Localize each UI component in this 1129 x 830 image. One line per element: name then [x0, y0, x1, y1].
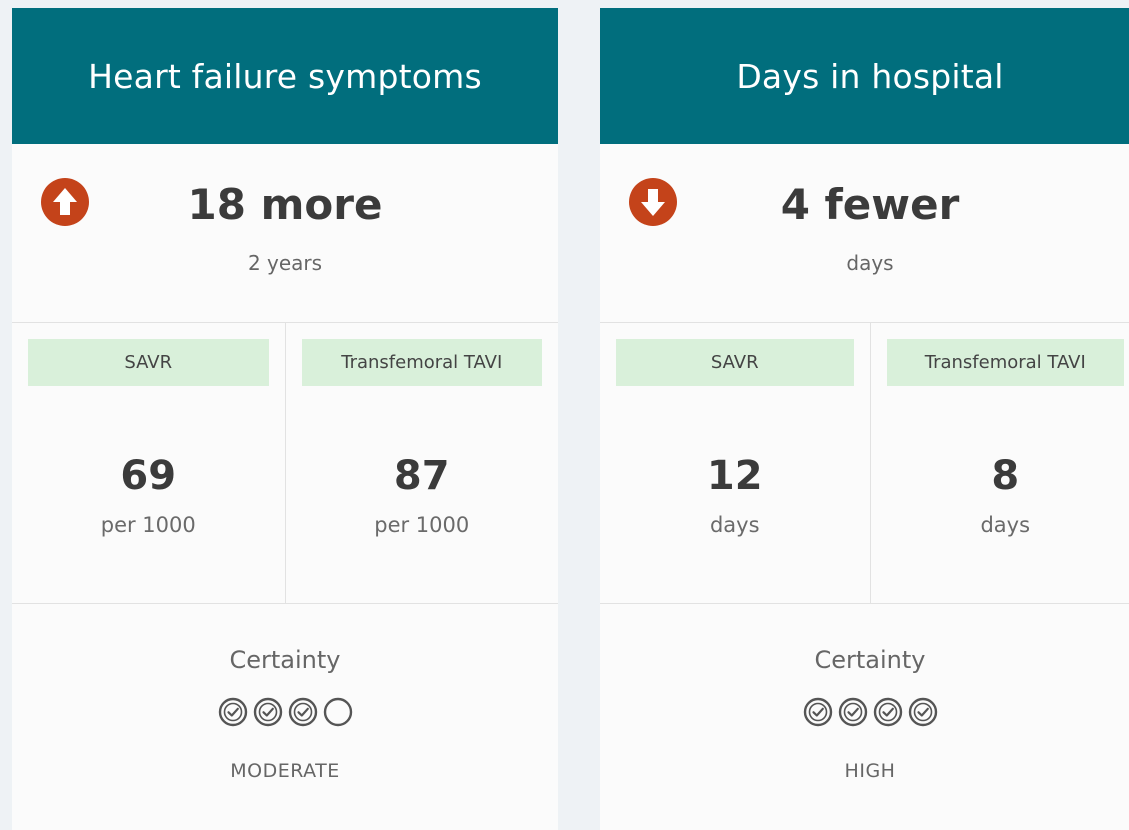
outcome-card-heart-failure: Heart failure symptoms 18 more 2 years S…	[12, 8, 558, 830]
comparison-unit: per 1000	[286, 513, 559, 537]
summary-value: 4 fewer	[600, 180, 1129, 229]
certainty-label: Certainty	[600, 646, 1129, 674]
certainty-section: Certainty HIGH	[600, 604, 1129, 829]
comparison-unit: days	[871, 513, 1129, 537]
card-title: Days in hospital	[736, 57, 1003, 96]
comparison-section: SAVR 12 days Transfemoral TAVI 8 days	[600, 323, 1129, 604]
card-header: Days in hospital	[600, 8, 1129, 144]
certainty-check-icon	[837, 696, 869, 728]
summary-section: 18 more 2 years	[12, 144, 558, 323]
comparison-unit: per 1000	[12, 513, 285, 537]
certainty-check-icon	[217, 696, 249, 728]
treatment-tag: SAVR	[616, 339, 854, 386]
certainty-section: Certainty MODERATE	[12, 604, 558, 829]
comparison-unit: days	[600, 513, 870, 537]
certainty-rating	[12, 696, 558, 728]
certainty-rating	[600, 696, 1129, 728]
certainty-check-icon	[252, 696, 284, 728]
outcome-card-days-in-hospital: Days in hospital 4 fewer days SAVR 12 da…	[600, 8, 1129, 830]
comparison-value: 8	[871, 453, 1129, 499]
treatment-tag: SAVR	[28, 339, 269, 386]
certainty-level: MODERATE	[12, 760, 558, 782]
treatment-tag: Transfemoral TAVI	[887, 339, 1125, 386]
card-title: Heart failure symptoms	[88, 57, 482, 96]
summary-subtitle: days	[600, 251, 1129, 275]
certainty-level: HIGH	[600, 760, 1129, 782]
summary-subtitle: 2 years	[12, 251, 558, 275]
card-header: Heart failure symptoms	[12, 8, 558, 144]
comparison-column-savr: SAVR 69 per 1000	[12, 323, 285, 603]
treatment-tag: Transfemoral TAVI	[302, 339, 543, 386]
comparison-value: 12	[600, 453, 870, 499]
comparison-column-tavi: Transfemoral TAVI 87 per 1000	[285, 323, 559, 603]
certainty-check-icon	[802, 696, 834, 728]
summary-value: 18 more	[12, 180, 558, 229]
comparison-column-savr: SAVR 12 days	[600, 323, 870, 603]
certainty-check-icon	[872, 696, 904, 728]
summary-section: 4 fewer days	[600, 144, 1129, 323]
comparison-section: SAVR 69 per 1000 Transfemoral TAVI 87 pe…	[12, 323, 558, 604]
certainty-check-icon	[287, 696, 319, 728]
comparison-value: 69	[12, 453, 285, 499]
comparison-value: 87	[286, 453, 559, 499]
certainty-label: Certainty	[12, 646, 558, 674]
certainty-check-icon	[907, 696, 939, 728]
certainty-empty-icon	[322, 696, 354, 728]
comparison-column-tavi: Transfemoral TAVI 8 days	[870, 323, 1129, 603]
